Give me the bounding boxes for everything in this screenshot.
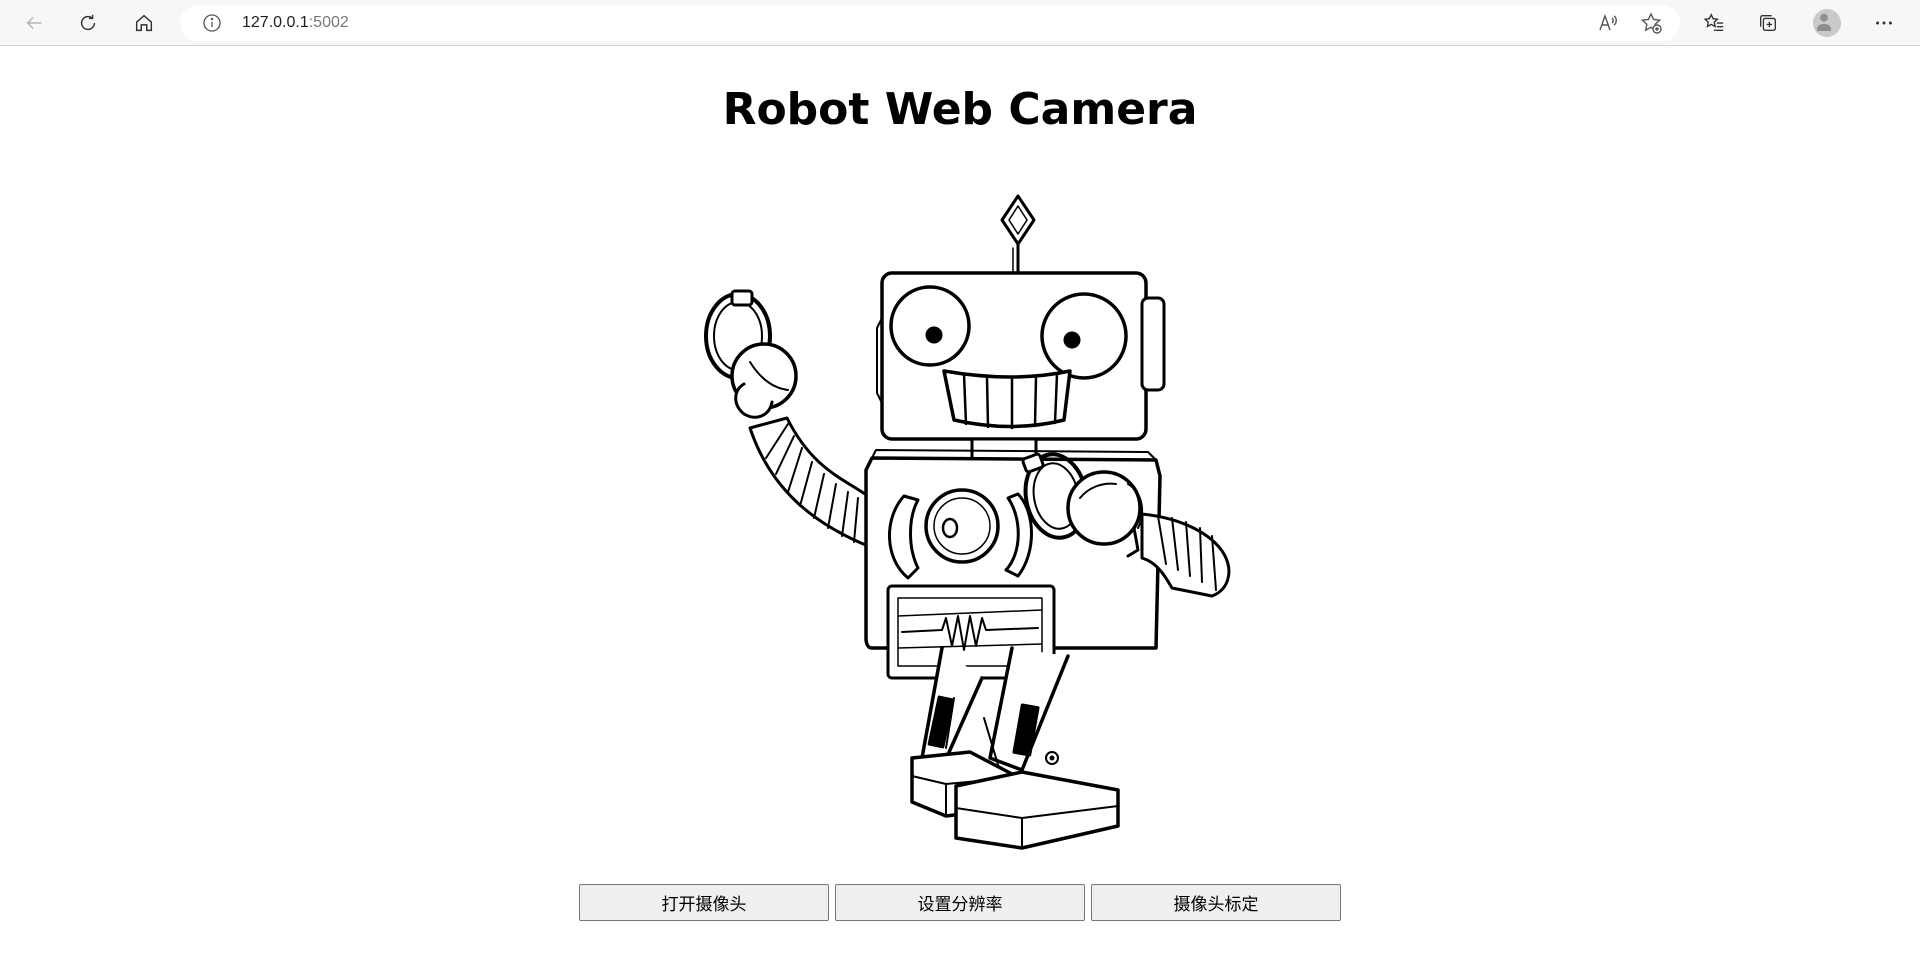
address-bar[interactable]: 127.0.0.1:5002 <box>180 5 1680 41</box>
refresh-icon[interactable] <box>70 5 106 41</box>
favorites-icon[interactable] <box>1696 5 1732 41</box>
back-arrow-icon[interactable] <box>16 5 52 41</box>
browser-toolbar: 127.0.0.1:5002 <box>0 0 1920 46</box>
camera-calibration-button[interactable]: 摄像头标定 <box>1091 884 1341 921</box>
url-text[interactable]: 127.0.0.1:5002 <box>242 14 349 32</box>
info-icon[interactable] <box>202 13 222 33</box>
open-camera-button[interactable]: 打开摄像头 <box>579 884 829 921</box>
collections-icon[interactable] <box>1750 5 1786 41</box>
robot-illustration <box>672 178 1248 858</box>
home-icon[interactable] <box>126 5 162 41</box>
url-host: 127.0.0.1 <box>242 14 309 31</box>
camera-button-row: 打开摄像头 设置分辨率 摄像头标定 <box>579 884 1341 921</box>
more-icon[interactable] <box>1866 5 1902 41</box>
page-title: Robot Web Camera <box>722 84 1198 135</box>
url-port: :5002 <box>308 14 349 31</box>
set-resolution-button[interactable]: 设置分辨率 <box>835 884 1085 921</box>
add-favorite-icon[interactable] <box>1639 11 1663 35</box>
profile-avatar[interactable] <box>1809 5 1845 41</box>
read-aloud-icon[interactable] <box>1596 11 1620 35</box>
